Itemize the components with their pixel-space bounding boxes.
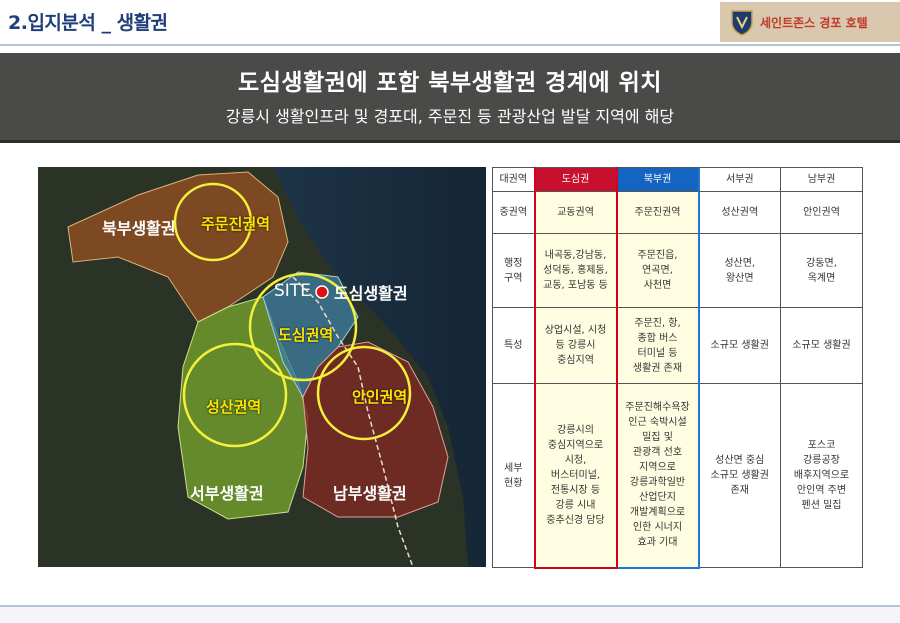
- north-zone-label: 북부생활권: [102, 219, 176, 238]
- table-row-feature: 특성 상업시설, 시청 등 강릉시 중심지역 주문진, 항, 종합 버스 터미널…: [492, 307, 863, 384]
- dosim-zone-label: 도심생활권: [334, 284, 408, 303]
- south-zone-label: 남부생활권: [333, 484, 407, 503]
- row-label-mid: 중권역: [492, 191, 535, 234]
- col-header-seobu: 서부권: [698, 167, 781, 192]
- banner-headline: 도심생활권에 포함 북부생활권 경계에 위치: [238, 70, 662, 96]
- cell-bukbu-admin: 주문진읍, 연곡면, 사천면: [615, 233, 700, 308]
- table-row-admin: 행정 구역 내곡동,강남동, 성덕동, 홍제동, 교동, 포남동 등 주문진읍,…: [492, 233, 863, 308]
- cell-dosim-feature: 상업시설, 시청 등 강릉시 중심지역: [533, 307, 618, 384]
- page-title: 2.입지분석 _ 생활권: [8, 12, 168, 34]
- cell-nambu-mid: 안인권역: [780, 191, 863, 234]
- brand-name: 세인트존스 경포 호텔: [760, 15, 868, 30]
- cell-bukbu-mid: 주문진권역: [615, 191, 700, 234]
- cell-seobu-detail: 성산면 중심 소규모 생활권 존재: [698, 383, 781, 568]
- cell-seobu-feature: 소규모 생활권: [698, 307, 781, 384]
- table-header-row: 대권역 도심권 북부권 서부권 남부권: [492, 167, 863, 192]
- seongsan-circle-label: 성산권역: [206, 398, 262, 416]
- cell-bukbu-feature: 주문진, 항, 종합 버스 터미널 등 생활권 존재: [615, 307, 700, 384]
- footer-bar: [0, 607, 900, 623]
- row-label-admin: 행정 구역: [492, 233, 535, 308]
- row-label-major: 대권역: [492, 167, 535, 192]
- cell-bukbu-detail: 주문진해수욕장 인근 숙박시설 밀집 및 관광객 선호 지역으로 강릉과학일반 …: [615, 383, 700, 569]
- col-header-bukbu: 북부권: [615, 167, 700, 192]
- shield-emblem-icon: [731, 10, 753, 36]
- row-label-feature: 특성: [492, 307, 535, 384]
- jumunjin-circle-label: 주문진권역: [201, 215, 271, 233]
- dosim-circle-label: 도심권역: [278, 326, 334, 344]
- table-row-detail: 세부 현황 강릉시의 중심지역으로 시청, 버스터미널, 전통시장 등 강릉 시…: [492, 383, 863, 569]
- row-label-detail: 세부 현황: [492, 383, 535, 568]
- west-zone-label: 서부생활권: [190, 484, 264, 503]
- cell-nambu-detail: 포스코 강릉공장 배후지역으로 안인역 주변 펜션 밀집: [780, 383, 863, 568]
- site-label: SITE: [274, 281, 311, 301]
- cell-seobu-admin: 성산면, 왕산면: [698, 233, 781, 308]
- col-header-dosim: 도심권: [533, 167, 618, 192]
- summary-banner: 도심생활권에 포함 북부생활권 경계에 위치 강릉시 생활인프라 및 경포대, …: [0, 53, 900, 143]
- anin-circle-label: 안인권역: [352, 388, 408, 406]
- banner-subtitle: 강릉시 생활인프라 및 경포대, 주문진 등 관광산업 발달 지역에 해당: [225, 107, 675, 126]
- living-zone-map: 북부생활권 주문진권역 SITE 도심생활권 도심권역 성산권역 안인권역 서부…: [38, 167, 486, 567]
- cell-dosim-mid: 교동권역: [533, 191, 618, 234]
- header-divider: [0, 44, 900, 46]
- cell-dosim-detail: 강릉시의 중심지역으로 시청, 버스터미널, 전통시장 등 강릉 시내 중추신경…: [533, 383, 618, 569]
- col-header-nambu: 남부권: [780, 167, 863, 192]
- zone-comparison-table: 대권역 도심권 북부권 서부권 남부권 중권역 교동권역 주문진권역 성산권역 …: [492, 167, 863, 569]
- cell-dosim-admin: 내곡동,강남동, 성덕동, 홍제동, 교동, 포남동 등: [533, 233, 618, 308]
- cell-nambu-feature: 소규모 생활권: [780, 307, 863, 384]
- brand-logo: 세인트존스 경포 호텔: [720, 2, 900, 42]
- table-row-mid: 중권역 교동권역 주문진권역 성산권역 안인권역: [492, 191, 863, 234]
- site-marker-icon: [315, 285, 329, 299]
- cell-seobu-mid: 성산권역: [698, 191, 781, 234]
- cell-nambu-admin: 강동면, 옥계면: [780, 233, 863, 308]
- header-bar: 2.입지분석 _ 생활권 세인트존스 경포 호텔: [0, 0, 900, 44]
